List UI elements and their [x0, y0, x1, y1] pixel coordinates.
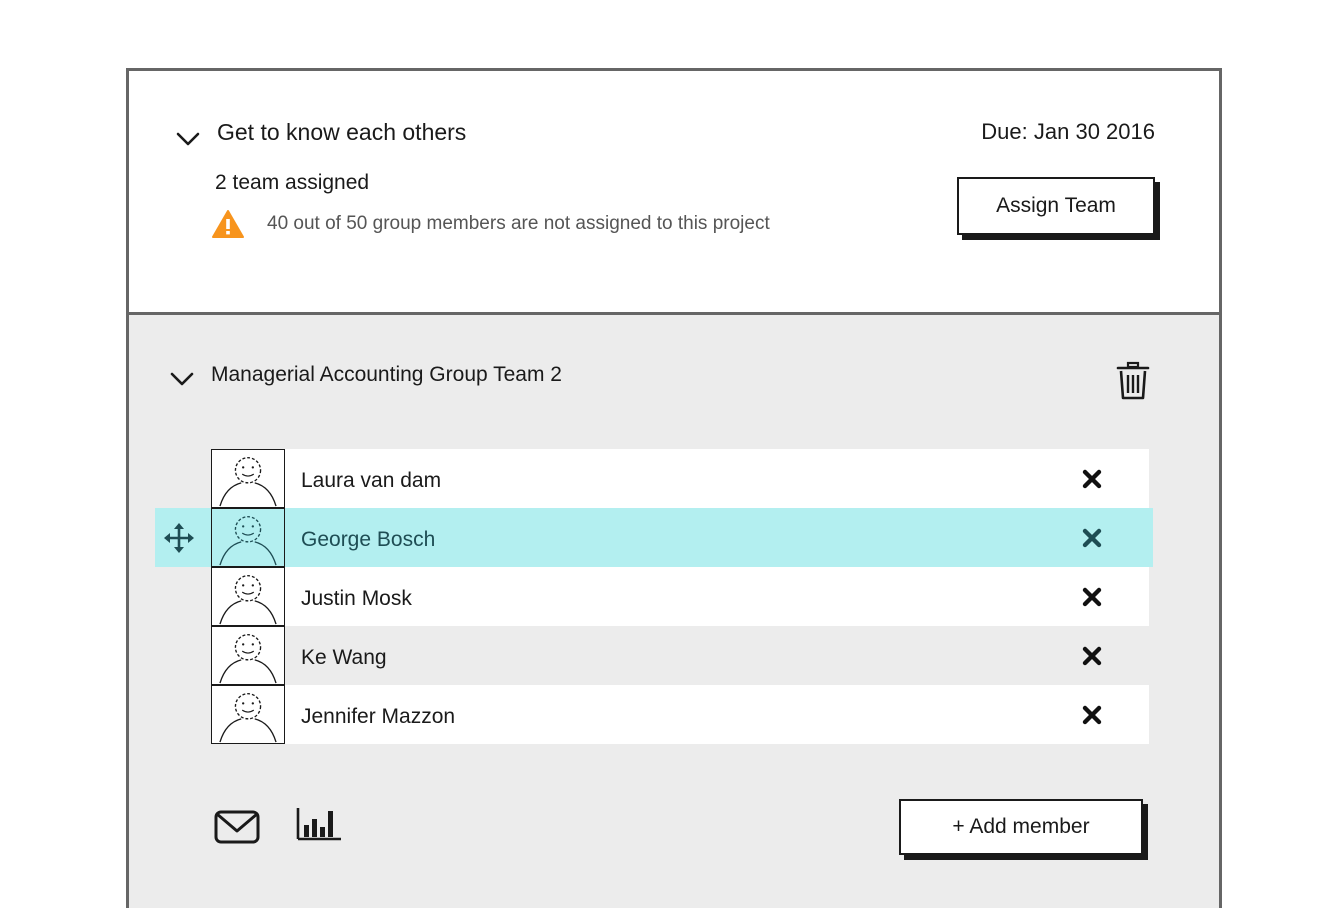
member-list: Laura van dam George Bosch Justin Mosk K… — [155, 449, 1153, 744]
chevron-down-icon[interactable] — [169, 369, 195, 389]
unassigned-warning: 40 out of 50 group members are not assig… — [267, 213, 770, 234]
member-name: Ke Wang — [301, 646, 387, 669]
close-icon[interactable] — [1081, 645, 1103, 667]
member-row[interactable]: Jennifer Mazzon — [211, 685, 1149, 744]
person-avatar-icon — [211, 449, 285, 508]
team-title: Managerial Accounting Group Team 2 — [211, 363, 562, 386]
member-row[interactable]: Laura van dam — [211, 449, 1149, 508]
member-name: Laura van dam — [301, 469, 442, 492]
close-icon[interactable] — [1081, 468, 1103, 490]
close-icon[interactable] — [1081, 704, 1103, 726]
person-avatar-icon — [211, 508, 285, 567]
bar-chart-icon[interactable] — [295, 805, 343, 845]
close-icon[interactable] — [1081, 586, 1103, 608]
team-panel: Managerial Accounting Group Team 2 Laura… — [129, 315, 1219, 908]
member-name: Justin Mosk — [301, 587, 412, 610]
team-count: 2 team assigned — [215, 171, 370, 194]
due-date: Due: Jan 30 2016 — [981, 119, 1155, 144]
member-row[interactable]: Ke Wang — [211, 626, 1149, 685]
member-row[interactable]: Justin Mosk — [211, 567, 1149, 626]
member-name: Jennifer Mazzon — [301, 705, 456, 728]
person-avatar-icon — [211, 567, 285, 626]
add-member-button[interactable]: + Add member — [899, 799, 1143, 855]
assign-team-button[interactable]: Assign Team — [957, 177, 1155, 235]
person-avatar-icon — [211, 685, 285, 744]
mail-icon[interactable] — [213, 809, 261, 845]
move-handle-icon[interactable] — [163, 522, 195, 554]
member-row-selected[interactable]: George Bosch — [155, 508, 1153, 567]
project-title: Get to know each others — [217, 119, 467, 145]
project-header: Get to know each others Due: Jan 30 2016… — [129, 71, 1219, 315]
chevron-down-icon[interactable] — [175, 129, 201, 149]
trash-icon[interactable] — [1115, 361, 1151, 401]
warning-triangle-icon — [212, 210, 244, 238]
member-name: George Bosch — [301, 528, 436, 551]
person-avatar-icon — [211, 626, 285, 685]
close-icon[interactable] — [1081, 527, 1103, 549]
project-card: Get to know each others Due: Jan 30 2016… — [126, 68, 1222, 908]
